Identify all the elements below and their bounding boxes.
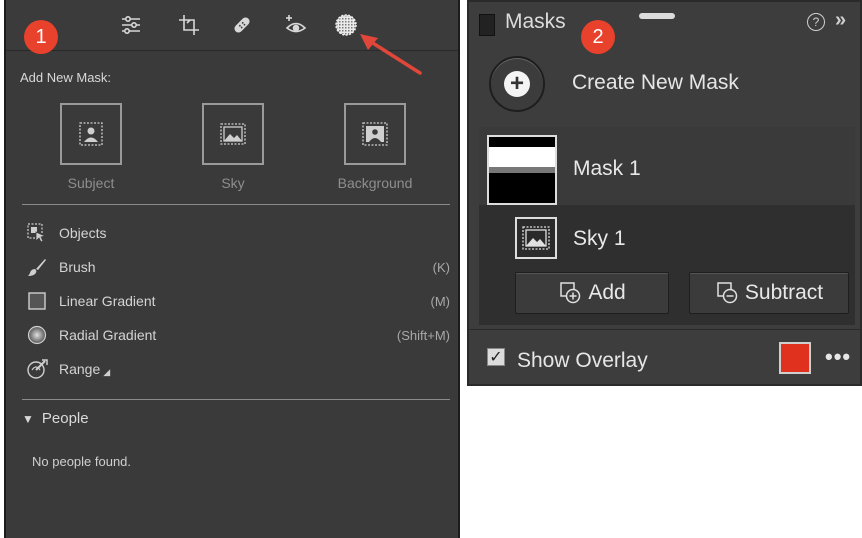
pointer-arrow — [360, 34, 422, 75]
mask-name[interactable]: Mask 1 — [573, 157, 641, 181]
mask-thumbnail — [487, 135, 557, 205]
people-section-header[interactable]: ▼ People — [22, 410, 89, 427]
subtract-mask-icon — [717, 282, 738, 304]
tool-linear-gradient[interactable]: Linear Gradient (M) — [26, 288, 452, 314]
disclosure-triangle-icon: ▼ — [22, 411, 34, 426]
masks-title: Masks — [505, 10, 566, 33]
collapse-panel-icon[interactable]: » — [835, 9, 846, 32]
mask-list: Mask 1 Sky 1 Add Subtract — [479, 127, 855, 325]
edit-panel: 1 Add New Mask: Subject Sky Background O… — [4, 0, 460, 538]
add-new-mask-label: Add New Mask: — [20, 70, 112, 85]
subtract-button[interactable]: Subtract — [689, 272, 849, 314]
range-icon — [26, 358, 48, 380]
subtract-label: Subtract — [744, 281, 824, 304]
add-mask-icon — [560, 282, 581, 304]
people-empty-text: No people found. — [32, 454, 132, 469]
brush-icon — [26, 256, 48, 278]
tool-shortcut: (K) — [432, 259, 450, 275]
range-dropdown-icon[interactable]: ◢ — [103, 367, 110, 378]
divider — [22, 399, 450, 400]
sky-mask-button[interactable] — [202, 103, 264, 165]
step-badge-1: 1 — [24, 20, 58, 54]
mask-thumbnail-white — [489, 147, 555, 167]
tool-radial-gradient[interactable]: Radial Gradient (Shift+M) — [26, 322, 452, 348]
divider — [22, 204, 450, 205]
mask-thumbnail-gray — [489, 167, 555, 173]
subject-mask-button[interactable] — [60, 103, 122, 165]
crop-icon[interactable] — [176, 12, 202, 38]
tool-brush[interactable]: Brush (K) — [26, 254, 452, 280]
show-overlay-checkbox[interactable]: ✓ — [487, 348, 505, 366]
show-overlay-label: Show Overlay — [517, 349, 648, 372]
redeye-icon[interactable] — [283, 12, 309, 38]
people-header: People — [41, 410, 89, 427]
tool-label: Objects — [59, 225, 107, 241]
more-options-icon[interactable]: ••• — [825, 344, 851, 370]
background-label: Background — [337, 175, 413, 191]
tool-label: Linear Gradient — [59, 293, 156, 309]
step-badge-2: 2 — [581, 20, 615, 54]
sky-component-thumbnail[interactable] — [515, 217, 557, 259]
plus-icon: + — [504, 71, 530, 97]
sliders-icon[interactable] — [118, 12, 144, 38]
divider — [469, 329, 860, 330]
add-button[interactable]: Add — [515, 272, 669, 314]
subject-label: Subject — [67, 175, 115, 191]
tool-shortcut: (M) — [430, 293, 451, 309]
tool-label: Radial Gradient — [59, 327, 157, 343]
tool-label: Range — [59, 361, 101, 377]
component-name[interactable]: Sky 1 — [573, 227, 626, 251]
masks-panel: Masks 2 ? » + Create New Mask Mask 1 Sky… — [467, 0, 862, 386]
mask-row-selected[interactable]: Mask 1 — [479, 127, 855, 205]
background-mask-button[interactable] — [344, 103, 406, 165]
add-label: Add — [588, 281, 626, 304]
tool-range[interactable]: Range ◢ — [26, 356, 452, 382]
sky-icon — [522, 226, 550, 250]
create-new-mask-label[interactable]: Create New Mask — [572, 71, 739, 95]
drag-handle[interactable] — [639, 13, 675, 19]
sky-label: Sky — [221, 175, 245, 191]
create-new-mask-button[interactable]: + — [489, 56, 545, 112]
help-icon[interactable]: ? — [807, 13, 825, 31]
masks-header: Masks 2 ? » — [469, 2, 860, 54]
tool-label: Brush — [59, 259, 96, 275]
panel-toggle-icon[interactable] — [479, 14, 495, 36]
heal-icon[interactable] — [229, 12, 255, 38]
radial-gradient-icon — [26, 324, 48, 346]
objects-icon — [26, 222, 48, 244]
tool-objects[interactable]: Objects — [26, 220, 452, 246]
subject-icon — [79, 122, 103, 146]
background-icon — [362, 122, 388, 146]
sky-icon — [220, 123, 246, 145]
tool-shortcut: (Shift+M) — [396, 327, 450, 343]
overlay-color-swatch[interactable] — [779, 342, 811, 374]
linear-gradient-icon — [26, 290, 48, 312]
